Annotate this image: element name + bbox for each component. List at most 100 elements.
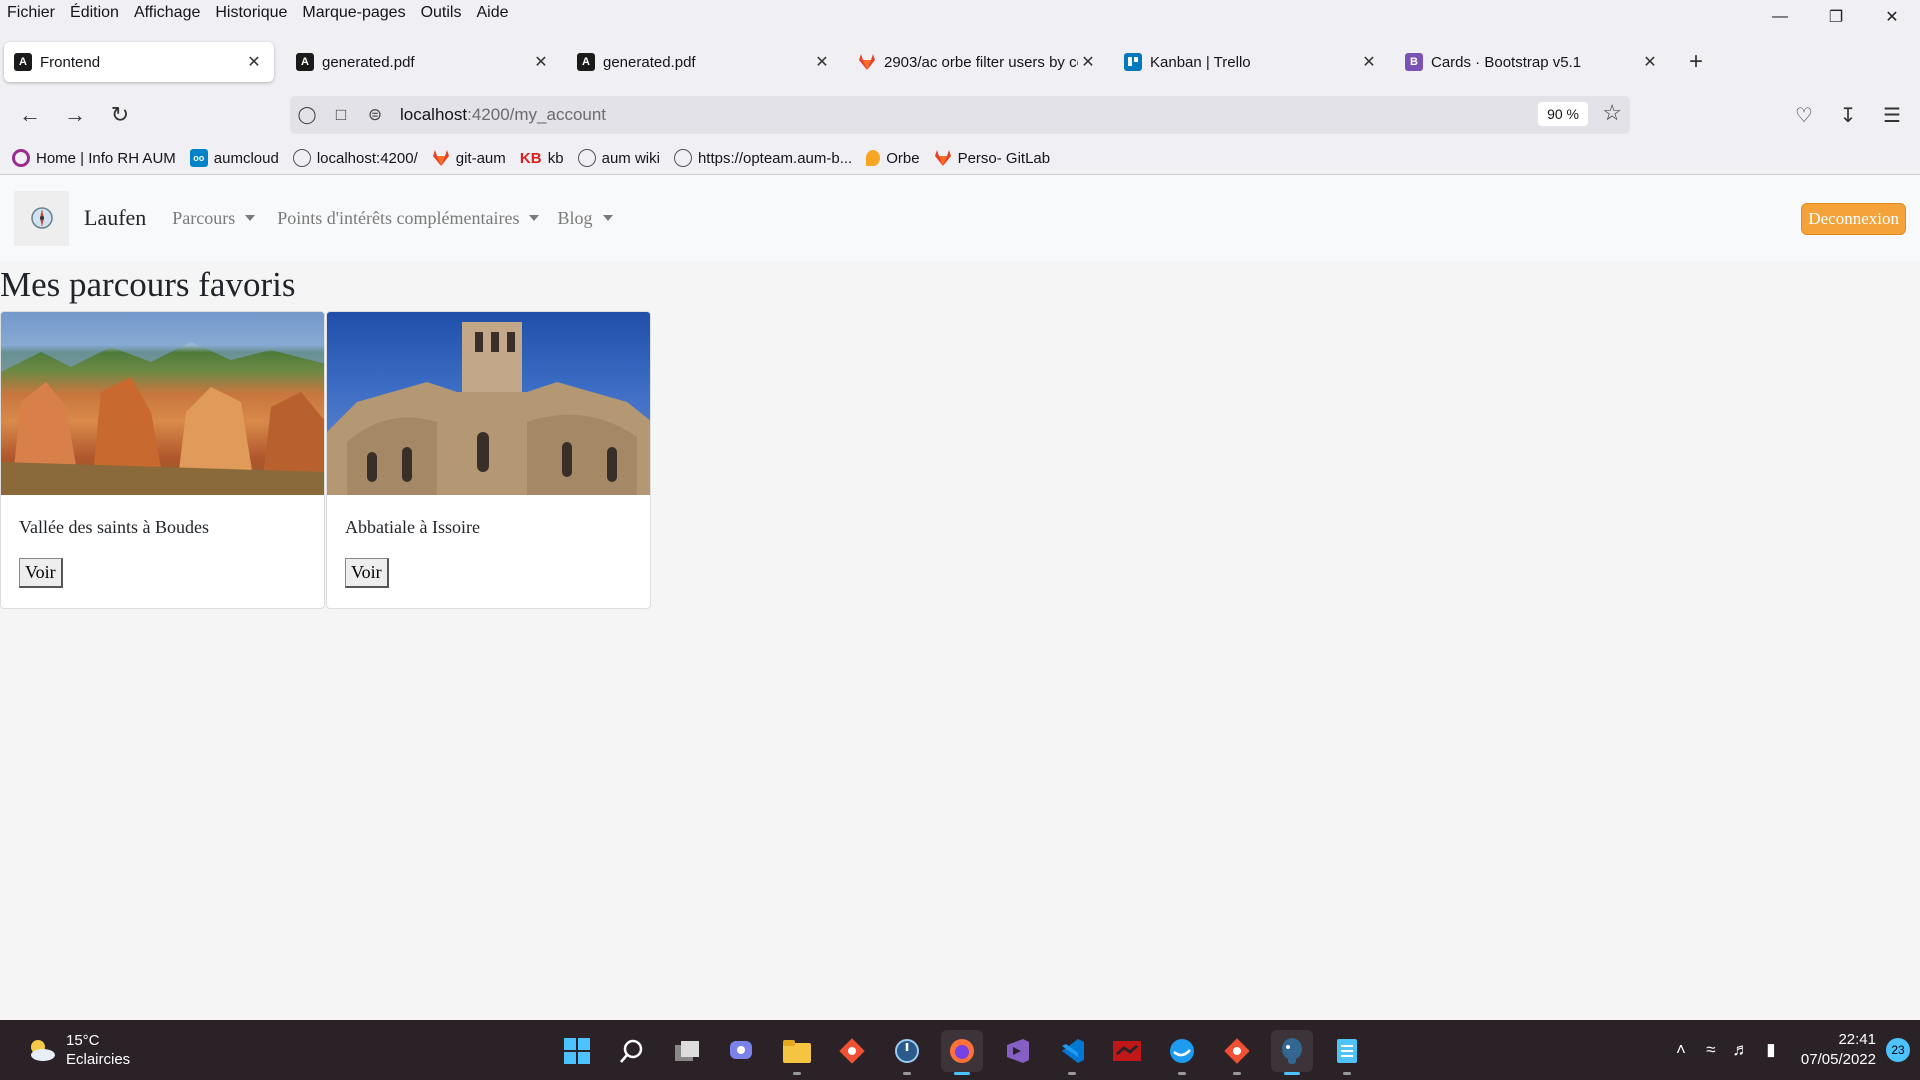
menu-tools[interactable]: Outils bbox=[421, 4, 462, 22]
menu-help[interactable]: Aide bbox=[476, 4, 508, 22]
trello-icon bbox=[1124, 53, 1142, 71]
voir-button[interactable]: Voir bbox=[19, 558, 63, 588]
page-content: Laufen Parcours Points d'intérêts complé… bbox=[0, 174, 1920, 1020]
file-explorer-icon[interactable] bbox=[776, 1030, 818, 1075]
nav-label: Blog bbox=[557, 207, 593, 228]
close-icon[interactable]: ✕ bbox=[531, 52, 551, 72]
minimize-icon[interactable]: — bbox=[1752, 0, 1808, 34]
tab-title: Kanban | Trello bbox=[1150, 53, 1251, 71]
chevron-up-icon[interactable]: ˄ bbox=[1667, 1040, 1695, 1060]
download-icon[interactable]: ↧ bbox=[1826, 103, 1870, 128]
battery-icon[interactable]: ▮ bbox=[1757, 1040, 1785, 1060]
back-icon[interactable]: ← bbox=[8, 97, 52, 133]
visual-studio-icon[interactable] bbox=[996, 1030, 1038, 1072]
url-bar[interactable]: ◯ □ ⊜ localhost:4200/my_account 90 % ☆ bbox=[290, 96, 1630, 134]
new-tab-icon[interactable]: + bbox=[1676, 42, 1716, 82]
clock[interactable]: 22:41 07/05/2022 bbox=[1801, 1030, 1876, 1070]
menu-file[interactable]: Fichier bbox=[7, 4, 55, 22]
close-icon[interactable]: ✕ bbox=[1359, 52, 1379, 72]
power-icon[interactable] bbox=[886, 1030, 928, 1075]
nav-points-interet[interactable]: Points d'intérêts complémentaires bbox=[277, 207, 540, 229]
nav-label: Parcours bbox=[172, 207, 236, 228]
brand-name[interactable]: Laufen bbox=[84, 205, 146, 231]
tab-generated-pdf-1[interactable]: A generated.pdf ✕ bbox=[286, 42, 561, 82]
reload-icon[interactable]: ↻ bbox=[98, 97, 142, 133]
gitlab-icon bbox=[432, 149, 450, 167]
menu-history[interactable]: Historique bbox=[215, 4, 287, 22]
nav-blog[interactable]: Blog bbox=[557, 207, 613, 229]
git-kraken-icon[interactable] bbox=[831, 1030, 873, 1072]
task-view-icon[interactable] bbox=[666, 1030, 708, 1072]
bookmark-opteam[interactable]: https://opteam.aum-b... bbox=[673, 149, 852, 167]
tab-gitlab[interactable]: 2903/ac orbe filter users by cent ✕ bbox=[848, 42, 1108, 82]
globe-icon bbox=[577, 149, 596, 167]
menu-edit[interactable]: Édition bbox=[70, 4, 119, 22]
docker-icon[interactable] bbox=[1161, 1030, 1203, 1075]
system-tray: ˄ ≈ ♬ ▮ 22:41 07/05/2022 23 bbox=[1667, 1020, 1920, 1080]
bookmark-orbe[interactable]: Orbe bbox=[866, 150, 920, 167]
permissions-icon[interactable]: ⊜ bbox=[358, 105, 392, 125]
menu-view[interactable]: Affichage bbox=[134, 4, 200, 22]
windows-start-icon[interactable] bbox=[556, 1030, 598, 1072]
card-image bbox=[1, 312, 324, 495]
tab-bootstrap[interactable]: B Cards · Bootstrap v5.1 ✕ bbox=[1395, 42, 1670, 82]
tab-generated-pdf-2[interactable]: A generated.pdf ✕ bbox=[567, 42, 842, 82]
tab-frontend[interactable]: A Frontend ✕ bbox=[4, 42, 274, 82]
page-icon[interactable]: □ bbox=[324, 105, 358, 125]
tab-strip: A Frontend ✕ A generated.pdf ✕ A generat… bbox=[0, 40, 1920, 84]
bookmark-aumcloud[interactable]: oo aumcloud bbox=[189, 149, 279, 167]
flame-icon bbox=[866, 150, 881, 166]
bookmark-git-aum[interactable]: git-aum bbox=[432, 149, 506, 167]
bookmark-perso-gitlab[interactable]: Perso- GitLab bbox=[934, 149, 1050, 167]
circle-icon bbox=[12, 149, 30, 167]
close-icon[interactable]: ✕ bbox=[1640, 52, 1660, 72]
notepad-icon[interactable] bbox=[1326, 1030, 1368, 1075]
brand-logo[interactable] bbox=[14, 190, 69, 246]
clock-time: 22:41 bbox=[1838, 1031, 1876, 1048]
notification-badge[interactable]: 23 bbox=[1886, 1038, 1910, 1062]
menu-bookmarks[interactable]: Marque-pages bbox=[302, 4, 405, 22]
git-kraken-2-icon[interactable] bbox=[1216, 1030, 1258, 1075]
firefox-icon[interactable] bbox=[941, 1030, 983, 1075]
card-vallee-saints: Vallée des saints à Boudes Voir bbox=[0, 311, 325, 609]
volume-icon[interactable]: ♬ bbox=[1727, 1040, 1755, 1060]
bookmark-aum-wiki[interactable]: aum wiki bbox=[577, 149, 660, 167]
card-title: Vallée des saints à Boudes bbox=[19, 517, 209, 537]
tab-title: Frontend bbox=[40, 53, 101, 71]
partly-cloudy-icon bbox=[26, 1037, 56, 1063]
bookmarks-bar: Home | Info RH AUM oo aumcloud localhost… bbox=[0, 144, 1920, 172]
bookmark-home-info-rh[interactable]: Home | Info RH AUM bbox=[12, 149, 176, 167]
close-window-icon[interactable]: ✕ bbox=[1864, 0, 1920, 34]
gitlab-icon bbox=[934, 149, 952, 167]
card-title: Abbatiale à Issoire bbox=[345, 517, 480, 537]
nextcloud-icon: oo bbox=[189, 149, 208, 167]
nav-parcours[interactable]: Parcours bbox=[172, 207, 256, 229]
search-icon[interactable] bbox=[611, 1030, 653, 1072]
teams-chat-icon[interactable] bbox=[721, 1030, 763, 1072]
bookmark-label: aum wiki bbox=[601, 149, 660, 167]
close-icon[interactable]: ✕ bbox=[812, 52, 832, 72]
weather-widget[interactable]: 15°C Eclaircies bbox=[26, 1031, 130, 1069]
voir-button[interactable]: Voir bbox=[345, 558, 389, 588]
vscode-icon[interactable] bbox=[1051, 1030, 1093, 1075]
logout-button[interactable]: Deconnexion bbox=[1801, 203, 1906, 235]
bookmark-kb[interactable]: KB kb bbox=[520, 149, 564, 167]
bookmark-localhost[interactable]: localhost:4200/ bbox=[292, 149, 418, 167]
restore-icon[interactable]: ❐ bbox=[1808, 0, 1864, 34]
close-icon[interactable]: ✕ bbox=[244, 52, 264, 72]
zoom-level[interactable]: 90 % bbox=[1538, 102, 1588, 126]
heidisql-icon[interactable] bbox=[1106, 1030, 1148, 1072]
nav-label: Points d'intérêts complémentaires bbox=[277, 207, 520, 228]
forward-icon[interactable]: → bbox=[53, 97, 97, 133]
close-icon[interactable]: ✕ bbox=[1078, 52, 1098, 72]
caret-down-icon bbox=[602, 215, 613, 221]
postgresql-icon[interactable] bbox=[1271, 1030, 1313, 1075]
wifi-icon[interactable]: ≈ bbox=[1697, 1040, 1725, 1060]
pocket-icon[interactable]: ♡ bbox=[1782, 103, 1826, 128]
url-host: localhost bbox=[400, 105, 468, 124]
bookmark-star-icon[interactable]: ☆ bbox=[1602, 100, 1622, 126]
angular-icon: A bbox=[14, 53, 32, 71]
hamburger-menu-icon[interactable]: ☰ bbox=[1870, 103, 1914, 128]
tab-trello[interactable]: Kanban | Trello ✕ bbox=[1114, 42, 1389, 82]
shield-icon[interactable]: ◯ bbox=[290, 105, 324, 125]
